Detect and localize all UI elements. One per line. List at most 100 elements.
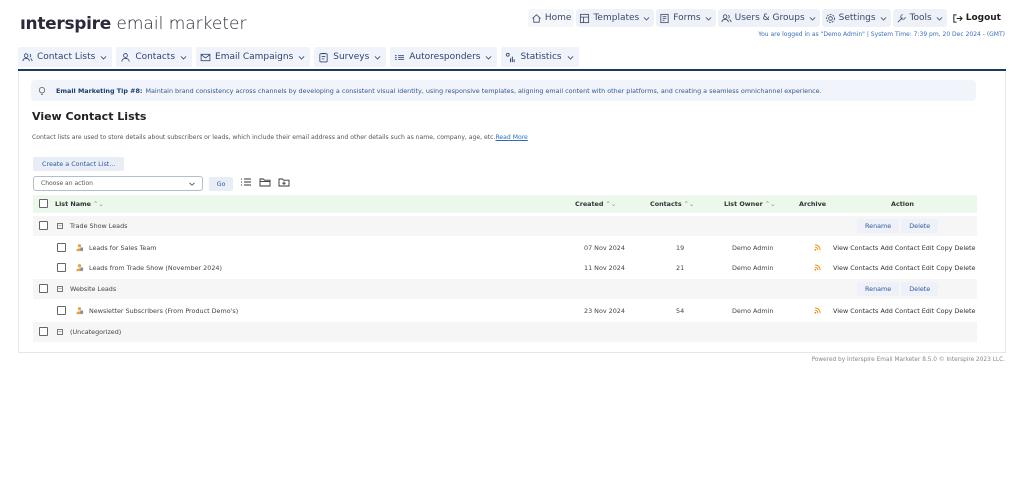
topnav-label: Forms [673, 13, 701, 23]
header-contacts[interactable]: Contacts ⌃⌄ [650, 200, 694, 208]
header-list-owner[interactable]: List Owner ⌃⌄ [724, 200, 775, 208]
group-name[interactable]: (Uncategorized) [70, 328, 121, 336]
row-action-edit[interactable]: Edit [922, 307, 934, 315]
header-list-name[interactable]: List Name ⌃⌄ [55, 200, 104, 208]
chevron-down-icon [567, 55, 574, 60]
tip-title: Email Marketing Tip #8: [56, 86, 143, 95]
row-checkbox[interactable] [57, 306, 66, 315]
contact-count: 21 [676, 264, 685, 272]
description-text: Contact lists are used to store details … [32, 134, 496, 141]
rss-icon[interactable] [814, 244, 821, 251]
topnav-home[interactable]: Home [527, 9, 575, 27]
list-name-link[interactable]: Newsletter Subscribers (From Product Dem… [89, 307, 238, 315]
group-checkbox[interactable] [39, 327, 48, 336]
brand-bold: ınterspire [20, 14, 111, 34]
sort-icon[interactable]: ⌃⌄ [605, 200, 616, 208]
autoresponders-icon [395, 54, 405, 60]
group-checkbox[interactable] [39, 221, 48, 230]
select-all-checkbox[interactable] [39, 199, 48, 208]
topnav-logout[interactable]: Logout [949, 9, 1004, 27]
mainnav-label: Autoresponders [409, 52, 481, 62]
row-action-view-contacts[interactable]: View Contacts [833, 264, 878, 272]
row-action-add-contact[interactable]: Add Contact [880, 244, 919, 252]
topnav-forms[interactable]: Forms [656, 9, 716, 27]
row-action-edit[interactable]: Edit [922, 264, 934, 272]
chevron-down-icon [180, 55, 187, 60]
row-actions: View Contacts Add Contact Edit Copy Dele… [833, 264, 975, 272]
group-actions: Rename Delete [857, 282, 939, 296]
tip-text: Maintain brand consistency across channe… [145, 86, 822, 95]
topnav-settings[interactable]: Settings [821, 9, 891, 27]
sort-icon[interactable]: ⌃⌄ [93, 200, 104, 208]
mainnav-autoresponders[interactable]: Autoresponders [390, 47, 498, 67]
tools-icon [897, 13, 906, 22]
sort-icon[interactable]: ⌃⌄ [765, 200, 776, 208]
mainnav-statistics[interactable]: Statistics [501, 47, 579, 67]
row-checkbox[interactable] [57, 263, 66, 272]
row-action-copy[interactable]: Copy [936, 264, 952, 272]
bulk-action-select[interactable]: Choose an action [33, 176, 203, 191]
group-name[interactable]: Trade Show Leads [70, 222, 127, 230]
logout-icon [953, 13, 963, 23]
surveys-icon [319, 52, 328, 62]
folder-icon[interactable] [259, 176, 271, 188]
list-view-icon[interactable] [240, 176, 252, 188]
mainnav-contacts[interactable]: Contacts [116, 47, 193, 67]
group-row: − Website Leads Rename Delete [33, 279, 977, 299]
read-more-link[interactable]: Read More [495, 134, 527, 141]
row-actions: View Contacts Add Contact Edit Copy Dele… [833, 307, 975, 315]
collapse-toggle-icon[interactable]: − [57, 329, 63, 335]
mainnav-surveys[interactable]: Surveys [314, 47, 387, 67]
topnav-label: Templates [593, 13, 640, 23]
topnav-templates[interactable]: Templates [576, 9, 655, 27]
new-folder-icon[interactable] [278, 176, 290, 188]
row-checkbox[interactable] [57, 243, 66, 252]
view-toggles [240, 176, 290, 188]
mainnav-contact-lists[interactable]: Contact Lists [18, 47, 113, 67]
create-contact-list-button[interactable]: Create a Contact List... [33, 157, 125, 171]
row-action-delete[interactable]: Delete [954, 244, 975, 252]
rename-group-button[interactable]: Rename [857, 219, 900, 233]
collapse-toggle-icon[interactable]: − [57, 223, 63, 229]
group-row: − (Uncategorized) [33, 322, 977, 342]
row-action-copy[interactable]: Copy [936, 307, 952, 315]
row-action-view-contacts[interactable]: View Contacts [833, 244, 878, 252]
list-owner: Demo Admin [732, 307, 774, 315]
table-header: List Name ⌃⌄ Created ⌃⌄ Contacts ⌃⌄ List Ow… [33, 195, 977, 213]
go-button[interactable]: Go [209, 177, 233, 191]
list-name-link[interactable]: Leads from Trade Show (November 2024) [89, 264, 222, 272]
header-list-name-label: List Name [55, 200, 92, 208]
list-name-link[interactable]: Leads for Sales Team [89, 244, 156, 252]
chevron-down-icon [374, 55, 381, 60]
chevron-down-icon [189, 182, 195, 186]
topnav-users-groups[interactable]: Users & Groups [717, 9, 820, 27]
created-date: 23 Nov 2024 [584, 307, 625, 315]
topnav-label: Home [544, 13, 572, 23]
row-action-delete[interactable]: Delete [954, 264, 975, 272]
header-created[interactable]: Created ⌃⌄ [575, 200, 616, 208]
group-checkbox[interactable] [39, 284, 48, 293]
lightbulb-icon [38, 86, 46, 95]
group-name[interactable]: Website Leads [70, 285, 116, 293]
row-action-add-contact[interactable]: Add Contact [880, 307, 919, 315]
mainnav-email-campaigns[interactable]: Email Campaigns [196, 47, 311, 67]
topnav-tools[interactable]: Tools [892, 9, 947, 27]
delete-group-button[interactable]: Delete [901, 219, 939, 233]
brand-logo[interactable]: ınterspire email marketer [20, 14, 246, 34]
row-action-add-contact[interactable]: Add Contact [880, 264, 919, 272]
group-row: − Trade Show Leads Rename Delete [33, 216, 977, 236]
row-action-delete[interactable]: Delete [954, 307, 975, 315]
page-description: Contact lists are used to store details … [32, 134, 528, 141]
list-owner: Demo Admin [732, 244, 774, 252]
collapse-toggle-icon[interactable]: − [57, 286, 63, 292]
sort-icon[interactable]: ⌃⌄ [684, 200, 695, 208]
rss-icon[interactable] [814, 307, 821, 314]
rename-group-button[interactable]: Rename [857, 282, 900, 296]
row-action-edit[interactable]: Edit [922, 244, 934, 252]
rss-icon[interactable] [814, 264, 821, 271]
row-action-copy[interactable]: Copy [936, 244, 952, 252]
header-created-label: Created [575, 200, 604, 208]
delete-group-button[interactable]: Delete [901, 282, 939, 296]
contact-count: 54 [676, 307, 685, 315]
row-action-view-contacts[interactable]: View Contacts [833, 307, 878, 315]
